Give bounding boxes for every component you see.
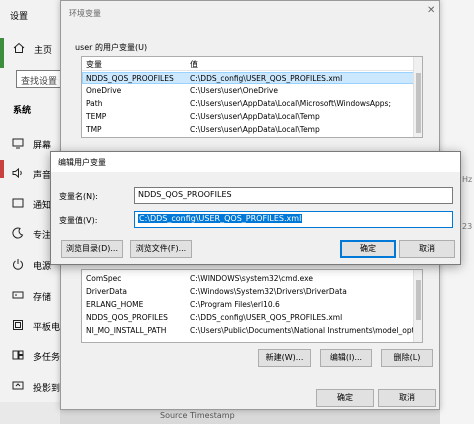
vertical-scrollbar[interactable] — [413, 270, 422, 342]
dialog-cancel-button[interactable]: 取消 — [399, 240, 455, 258]
variable-name: NI_MO_INSTALL_PATH — [86, 326, 167, 335]
variable-name: DriverData — [86, 287, 127, 296]
list-header: 变量 值 — [82, 57, 422, 71]
list-row[interactable]: NDDS_QOS_PROFILES C:\DDS_config\USER_QOS… — [82, 312, 422, 324]
close-icon[interactable]: ✕ — [427, 5, 435, 16]
variable-value: C:\Users\user\AppData\Local\Temp — [190, 112, 320, 121]
background-text: 23 — [462, 222, 473, 231]
variable-name-label: 变量名(N): — [59, 192, 98, 201]
speaker-icon — [12, 167, 22, 179]
home-nav-label[interactable]: 主页 — [34, 43, 52, 56]
column-header-variable[interactable]: 变量 — [86, 59, 102, 70]
background-text: Hz — [462, 175, 473, 184]
variable-name: NDDS_QOS_PROFILES — [86, 313, 168, 322]
nav-item-multitasking[interactable]: 多任务处 — [0, 344, 69, 368]
settings-search-input[interactable]: 查找设置 — [16, 70, 64, 88]
tablet-icon — [13, 320, 23, 330]
variable-name-field[interactable]: NDDS_QOS_PROOFILES — [134, 187, 453, 204]
variable-value: C:\Users\user\AppData\Local\Temp — [190, 125, 320, 134]
variable-value: C:\DDS_config\USER_QOS_PROFILES.xml — [190, 313, 343, 322]
ok-button[interactable]: 确定 — [316, 389, 374, 407]
list-row[interactable]: ERLANG_HOME C:\Program Files\erl10.6 — [82, 299, 422, 311]
list-row[interactable]: OneDrive C:\Users\user\OneDrive — [82, 85, 422, 97]
nav-item-label: 专注 — [33, 231, 52, 241]
list-row[interactable]: ComSpec C:\WINDOWS\system32\cmd.exe — [82, 273, 422, 285]
dialog-titlebar[interactable]: 编辑用户变量 — [51, 152, 460, 172]
cancel-button[interactable]: 取消 — [378, 389, 436, 407]
list-row[interactable]: NDDS_QOS_PROOFILES C:\DDS_config\USER_QO… — [82, 72, 422, 84]
projection-icon — [12, 381, 24, 390]
variable-name: OneDrive — [86, 86, 122, 95]
variable-value: C:\DDS_config\USER_QOS_PROFILES.xml — [190, 74, 343, 83]
multitask-icon — [12, 350, 24, 360]
delete-button[interactable]: 删除(L) — [381, 349, 433, 367]
edit-button[interactable]: 编辑(I)... — [320, 349, 372, 367]
list-row[interactable]: DriverData C:\Windows\System32\Drivers\D… — [82, 286, 422, 298]
variable-value: C:\Users\Public\Documents\National Instr… — [190, 326, 423, 335]
vertical-scrollbar[interactable] — [413, 57, 422, 137]
browse-file-button[interactable]: 浏览文件(F)... — [130, 240, 192, 258]
section-title: 系统 — [13, 106, 32, 116]
variable-name: TMP — [86, 125, 102, 134]
background-strip — [60, 409, 440, 424]
variable-name: NDDS_QOS_PROOFILES — [86, 74, 174, 83]
scrollbar-thumb[interactable] — [416, 73, 421, 133]
dialog-ok-button[interactable]: 确定 — [340, 240, 396, 258]
user-variables-list[interactable]: 变量 值 NDDS_QOS_PROOFILES C:\DDS_config\US… — [81, 56, 423, 138]
variable-name: ComSpec — [86, 274, 122, 283]
window-title: 环境变量 — [69, 9, 101, 18]
variable-value: C:\WINDOWS\system32\cmd.exe — [190, 274, 313, 283]
nav-item-projection[interactable]: 投影到此 — [0, 375, 69, 399]
new-button[interactable]: 新建(W)... — [258, 349, 311, 367]
dialog-title: 编辑用户变量 — [58, 158, 106, 167]
notification-icon — [12, 198, 24, 208]
edit-user-variable-dialog: 编辑用户变量 变量名(N): NDDS_QOS_PROOFILES 变量值(V)… — [50, 151, 461, 265]
variable-value-text: C:\DDS_config\USER_QOS_PROFILES.xml — [138, 214, 303, 223]
nav-item-storage[interactable]: 存储 — [0, 284, 64, 308]
nav-item-label: 声音 — [33, 171, 52, 181]
variable-value: C:\Users\user\OneDrive — [190, 86, 278, 95]
variable-name: ERLANG_HOME — [86, 300, 144, 309]
variable-value: C:\Program Files\erl10.6 — [190, 300, 280, 309]
list-row[interactable]: TMP C:\Users\user\AppData\Local\Temp — [82, 124, 422, 136]
moon-icon — [12, 227, 24, 239]
nav-item-label: 通知 — [33, 201, 52, 211]
variable-value-field[interactable]: C:\DDS_config\USER_QOS_PROFILES.xml — [134, 211, 453, 228]
browse-directory-button[interactable]: 浏览目录(D)... — [61, 240, 123, 258]
scrollbar-thumb[interactable] — [416, 280, 421, 320]
background-text: Source Timestamp — [160, 411, 235, 420]
power-icon — [13, 259, 23, 270]
monitor-icon — [12, 138, 24, 149]
column-header-value[interactable]: 值 — [190, 59, 198, 70]
nav-item-label: 屏幕 — [33, 141, 52, 151]
nav-item-label: 平板电 — [33, 323, 61, 333]
settings-title: 设置 — [10, 12, 29, 22]
storage-icon — [12, 291, 24, 299]
system-variables-list[interactable]: ComSpec C:\WINDOWS\system32\cmd.exe Driv… — [81, 269, 423, 343]
variable-value: C:\Users\user\AppData\Local\Microsoft\Wi… — [190, 99, 391, 108]
nav-item-tablet[interactable]: 平板电 — [0, 314, 64, 338]
variable-value: C:\Windows\System32\Drivers\DriverData — [190, 287, 347, 296]
list-row[interactable]: Path C:\Users\user\AppData\Local\Microso… — [82, 98, 422, 110]
nav-item-label: 电源 — [33, 262, 52, 272]
accent-strip — [0, 38, 4, 68]
variable-name: TEMP — [86, 112, 107, 121]
variable-value-label: 变量值(V): — [59, 216, 98, 225]
nav-item-label: 存储 — [33, 293, 52, 303]
variable-name: Path — [86, 99, 103, 108]
list-row[interactable]: NI_MO_INSTALL_PATH C:\Users\Public\Docum… — [82, 325, 422, 337]
home-icon — [13, 42, 25, 53]
list-row[interactable]: TEMP C:\Users\user\AppData\Local\Temp — [82, 111, 422, 123]
user-variables-label: user 的用户变量(U) — [75, 43, 148, 52]
